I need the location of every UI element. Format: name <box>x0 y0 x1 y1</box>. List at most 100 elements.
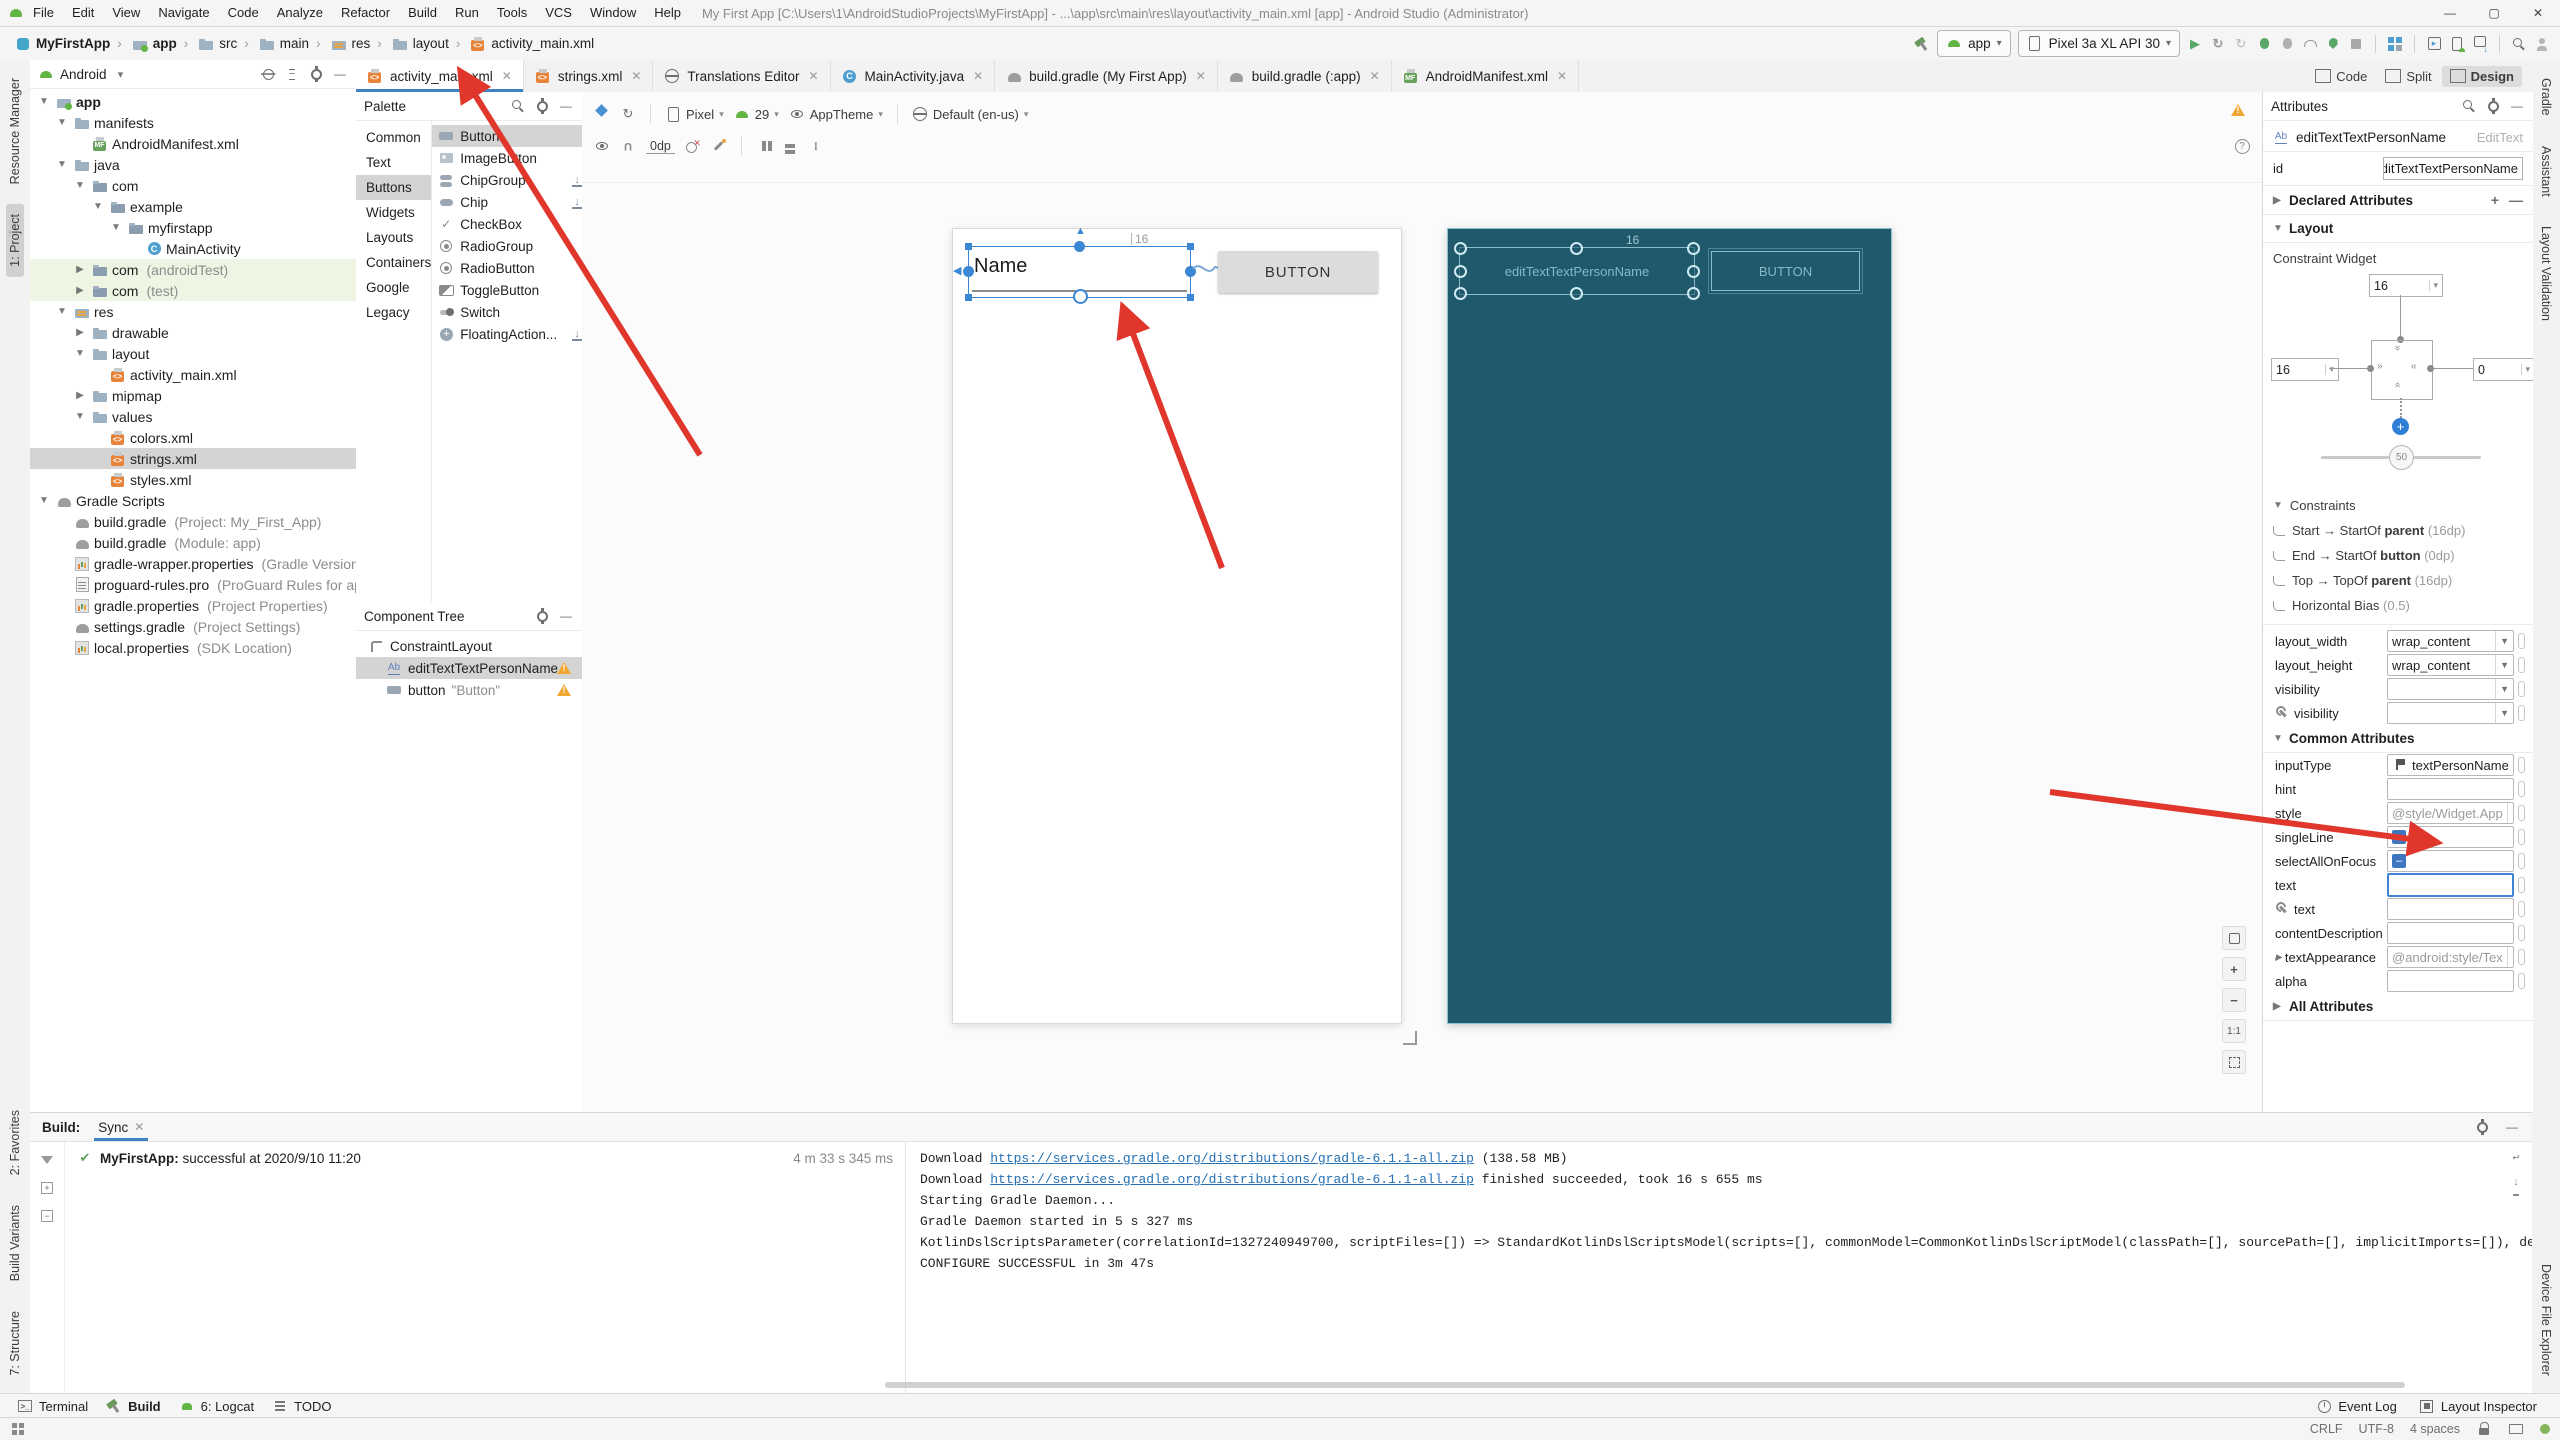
palette-item[interactable]: ImageButton <box>432 147 582 169</box>
editor-tab[interactable]: MainActivity.java ✕ <box>831 60 996 92</box>
menu-item[interactable]: Window <box>581 0 645 26</box>
search-icon[interactable] <box>2461 98 2477 114</box>
attribute-value-field[interactable]: – @style/Widget.App ▼ <box>2387 802 2514 824</box>
clear-constraints-icon[interactable] <box>685 138 701 154</box>
status-item[interactable]: CRLF <box>2310 1422 2343 1436</box>
component-tree-row[interactable]: button "Button" <box>356 679 582 701</box>
editor-tab[interactable]: Translations Editor ✕ <box>653 60 831 92</box>
project-tree-row[interactable]: gradle.properties (Project Properties) <box>30 595 356 616</box>
add-vertical-constraint-icon[interactable]: + <box>2392 418 2409 435</box>
project-tree-row[interactable]: ▼ myfirstapp <box>30 217 356 238</box>
bias-slider-thumb[interactable]: 50 <box>2389 445 2414 470</box>
breadcrumb-item[interactable]: main <box>239 36 309 52</box>
constraint-anchor-top[interactable] <box>1074 241 1085 252</box>
tab-close-icon[interactable]: ✕ <box>134 1120 144 1134</box>
attribute-flag-toggle[interactable] <box>2518 633 2525 649</box>
project-tree-row[interactable]: activity_main.xml <box>30 364 356 385</box>
palette-category[interactable]: Legacy <box>356 300 431 325</box>
project-view-selector[interactable]: Android <box>60 67 107 82</box>
attribute-flag-toggle[interactable] <box>2518 757 2525 773</box>
margin-left-select[interactable]: 16 ▾ <box>2271 358 2339 381</box>
menu-item[interactable]: Run <box>446 0 488 26</box>
status-item[interactable]: UTF-8 <box>2359 1422 2394 1436</box>
tree-twisty-icon[interactable]: ▶ <box>72 285 88 296</box>
add-attribute-icon[interactable]: + <box>2491 192 2499 208</box>
toolbar-action-icon[interactable] <box>2534 36 2550 52</box>
attribute-flag-toggle[interactable] <box>2518 853 2525 869</box>
hide-panel-icon[interactable] <box>2504 1119 2520 1135</box>
hide-panel-icon[interactable] <box>558 98 574 114</box>
device-in-editor-select[interactable]: Pixel ▾ <box>665 106 724 122</box>
maximize-button[interactable]: ▢ <box>2472 0 2516 26</box>
blueprint-button-widget[interactable]: BUTTON <box>1708 248 1863 294</box>
chevron-down-icon[interactable] <box>113 66 129 82</box>
edittext-widget[interactable]: Name ◀ ▲ <box>953 225 1196 304</box>
menu-item[interactable]: VCS <box>536 0 581 26</box>
toolbar-action-icon[interactable] <box>2414 34 2415 53</box>
tree-twisty-icon[interactable]: ▼ <box>108 222 124 233</box>
project-tree-row[interactable]: ▼ values <box>30 406 356 427</box>
all-attributes-section[interactable]: ▶ All Attributes <box>2263 993 2533 1021</box>
menu-item[interactable]: Navigate <box>149 0 218 26</box>
attribute-flag-toggle[interactable] <box>2518 681 2525 697</box>
toolbar-action-icon[interactable] <box>2256 36 2272 52</box>
resize-handle[interactable] <box>1187 294 1194 301</box>
tab-close-icon[interactable]: ✕ <box>631 69 641 83</box>
toolbar-action-icon[interactable] <box>2449 36 2465 52</box>
tree-twisty-icon[interactable]: ▼ <box>36 96 52 107</box>
select-opened-file-icon[interactable] <box>260 66 276 82</box>
tool-window-button[interactable]: Build <box>97 1394 170 1418</box>
design-surface-mode-icon[interactable] <box>594 106 610 122</box>
attribute-value-field[interactable]: – ▼ <box>2387 970 2514 992</box>
help-icon[interactable] <box>2234 138 2250 154</box>
menu-item[interactable]: File <box>24 0 63 26</box>
palette-category[interactable]: Widgets <box>356 200 431 225</box>
blueprint-preview-phone[interactable]: 16 editTextTextPersonName BUTTON <box>1447 228 1892 1024</box>
tree-twisty-icon[interactable]: ▶ <box>72 264 88 275</box>
project-tree-row[interactable]: build.gradle (Module: app) <box>30 532 356 553</box>
palette-category[interactable]: Containers <box>356 250 431 275</box>
scroll-to-end-icon[interactable] <box>2508 1176 2524 1192</box>
component-tree-row[interactable]: ConstraintLayout <box>356 635 582 657</box>
project-tree-row[interactable]: settings.gradle (Project Settings) <box>30 616 356 637</box>
bias-slider-track[interactable] <box>2321 456 2389 459</box>
gradle-download-link[interactable]: https://services.gradle.org/distribution… <box>990 1172 1474 1187</box>
toolbar-action-icon[interactable] <box>2499 34 2500 53</box>
tool-strip-button[interactable]: Layout Validation <box>2537 216 2555 331</box>
project-tree-row[interactable]: ▼ Gradle Scripts <box>30 490 356 511</box>
margin-right-select[interactable]: 0 ▾ <box>2473 358 2533 381</box>
tab-close-icon[interactable]: ✕ <box>1196 69 1206 83</box>
project-tree-row[interactable]: ▼ manifests <box>30 112 356 133</box>
project-tree-row[interactable]: ▶ drawable <box>30 322 356 343</box>
build-hammer-icon[interactable] <box>1914 36 1930 52</box>
menu-item[interactable]: Refactor <box>332 0 399 26</box>
filter-icon[interactable] <box>39 1152 55 1168</box>
menu-item[interactable]: Build <box>399 0 446 26</box>
breadcrumb-item[interactable]: activity_main.xml <box>451 36 594 52</box>
gear-icon[interactable] <box>2485 98 2501 114</box>
api-version-select[interactable]: 29 ▾ <box>734 106 779 122</box>
gradle-download-link[interactable]: https://services.gradle.org/distribution… <box>990 1151 1474 1166</box>
menu-item[interactable]: Code <box>219 0 268 26</box>
constraint-anchor[interactable] <box>1454 287 1467 300</box>
project-tree-row[interactable]: build.gradle (Project: My_First_App) <box>30 511 356 532</box>
project-tree-row[interactable]: ▼ example <box>30 196 356 217</box>
indeterminate-checkbox[interactable]: – <box>2392 854 2406 868</box>
attribute-value-field[interactable]: – ▼ <box>2387 826 2514 848</box>
project-tree-row[interactable]: gradle-wrapper.properties (Gradle Versio… <box>30 553 356 574</box>
breadcrumb-item[interactable]: src <box>179 36 237 52</box>
read-lock-icon[interactable] <box>2476 1421 2492 1437</box>
pan-icon[interactable] <box>2222 926 2246 950</box>
breadcrumb-item[interactable]: app <box>112 36 177 52</box>
project-tree-row[interactable]: strings.xml <box>30 448 356 469</box>
minimize-button[interactable]: — <box>2428 0 2472 26</box>
project-tree-row[interactable]: ▶ mipmap <box>30 385 356 406</box>
palette-item[interactable]: RadioGroup <box>432 235 582 257</box>
attribute-flag-toggle[interactable] <box>2518 877 2525 893</box>
toolbar-action-icon[interactable] <box>2233 36 2249 52</box>
tool-strip-button[interactable]: Device File Explorer <box>2537 1254 2555 1386</box>
palette-category[interactable]: Buttons <box>356 175 432 200</box>
project-tree-row[interactable]: ▼ app <box>30 91 356 112</box>
tree-twisty-icon[interactable]: ▼ <box>72 348 88 359</box>
tool-strip-button[interactable]: 2: Favorites <box>6 1100 24 1185</box>
